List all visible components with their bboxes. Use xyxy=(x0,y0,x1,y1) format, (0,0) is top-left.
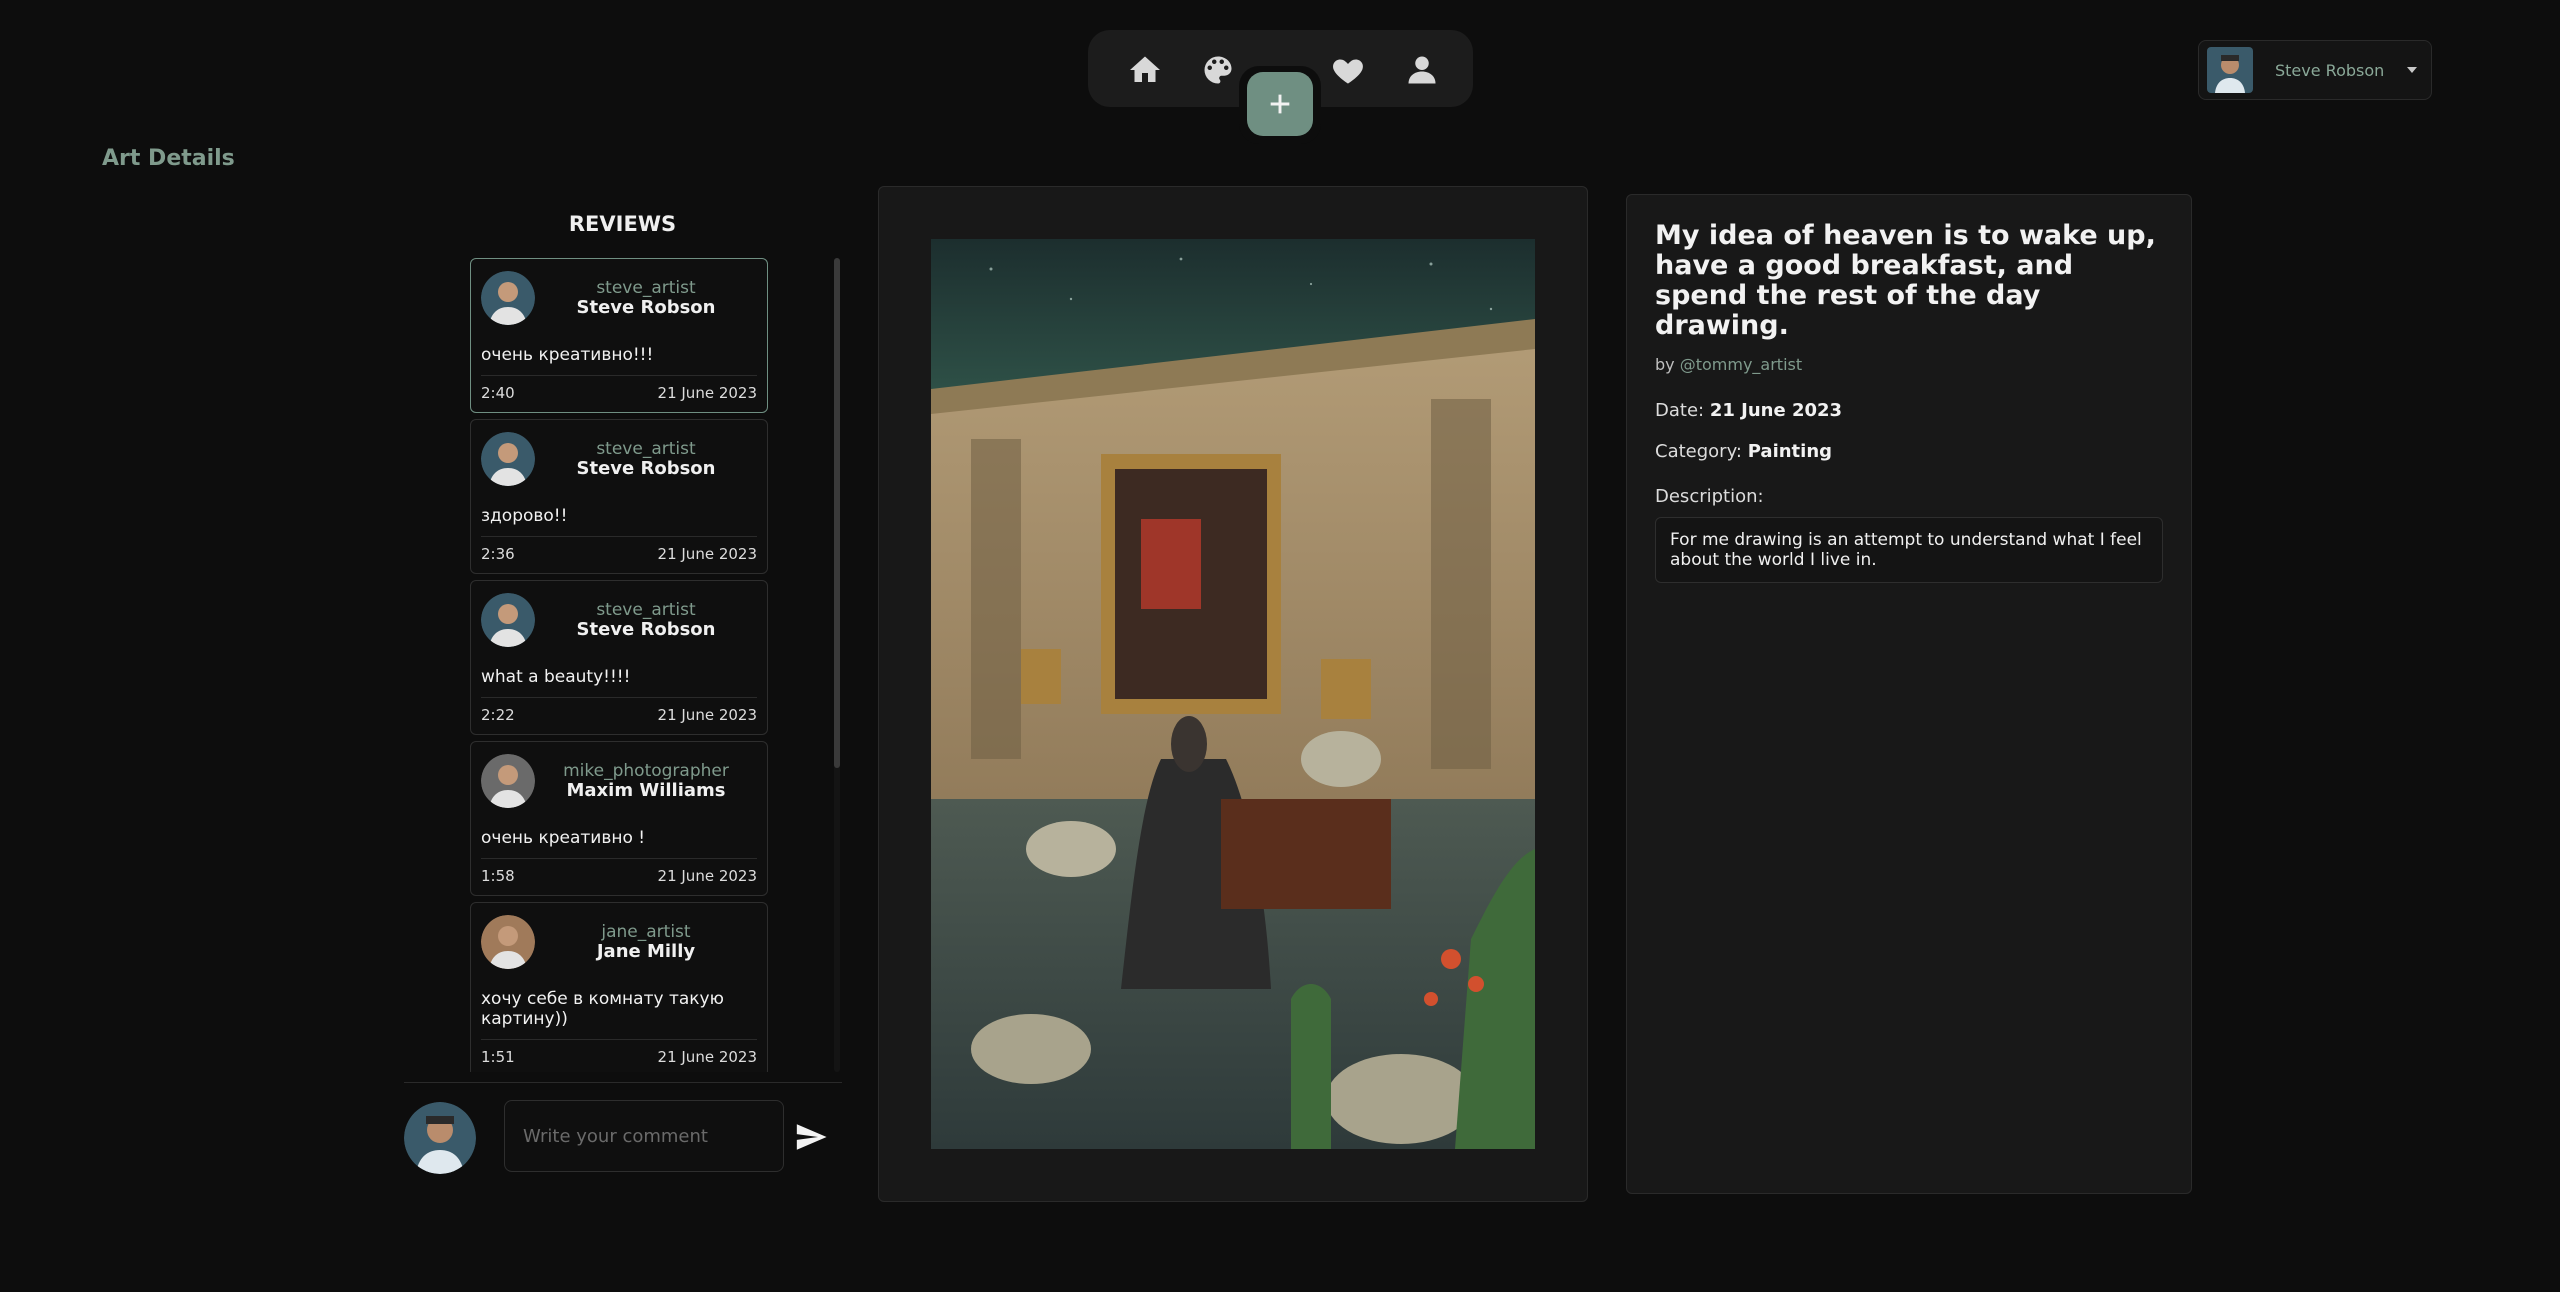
review-username[interactable]: steve_artist xyxy=(535,600,757,620)
art-author: by @tommy_artist xyxy=(1655,355,2163,374)
nav-favorites-button[interactable] xyxy=(1326,48,1370,92)
art-details-panel: My idea of heaven is to wake up, have a … xyxy=(1626,194,2192,1194)
review-username[interactable]: mike_photographer xyxy=(535,761,757,781)
art-category: Category: Painting xyxy=(1655,441,2163,462)
review-fullname: Steve Robson xyxy=(576,458,716,479)
review-card[interactable]: steve_artist Steve Robson what a beauty!!!… xyxy=(470,580,768,735)
review-header: steve_artist Steve Robson xyxy=(481,430,757,488)
avatar[interactable] xyxy=(481,915,535,969)
review-names: steve_artist Steve Robson xyxy=(535,600,757,640)
reviews-title: REVIEWS xyxy=(568,212,677,236)
page-title: Art Details xyxy=(102,146,235,171)
review-date: 21 June 2023 xyxy=(657,1048,757,1066)
review-footer: 2:36 21 June 2023 xyxy=(481,536,757,563)
review-text: what a beauty!!!! xyxy=(481,667,631,687)
add-art-button[interactable] xyxy=(1247,72,1313,136)
avatar[interactable] xyxy=(481,593,535,647)
review-header: steve_artist Steve Robson xyxy=(481,269,757,327)
nav-gallery-button[interactable] xyxy=(1196,48,1240,92)
heart-icon xyxy=(1333,59,1363,84)
review-date: 21 June 2023 xyxy=(657,545,757,563)
category-label: Category: xyxy=(1655,441,1742,462)
art-title: My idea of heaven is to wake up, have a … xyxy=(1655,220,2156,341)
review-fullname: Steve Robson xyxy=(576,619,716,640)
add-button-frame xyxy=(1239,66,1321,144)
user-icon xyxy=(1408,56,1436,84)
review-username[interactable]: steve_artist xyxy=(535,278,757,298)
artwork-panel xyxy=(878,186,1588,1202)
review-card[interactable]: mike_photographer Maxim Williams очень кре… xyxy=(470,741,768,896)
review-fullname: Steve Robson xyxy=(576,297,716,318)
description-label: Description: xyxy=(1655,486,1764,507)
avatar[interactable] xyxy=(481,432,535,486)
chevron-down-icon xyxy=(2407,67,2417,73)
plus-icon xyxy=(1270,94,1290,114)
nav-home-button[interactable] xyxy=(1123,48,1167,92)
date-value: 21 June 2023 xyxy=(1709,400,1843,421)
review-text: очень креативно ! xyxy=(481,828,646,848)
category-value: Painting xyxy=(1747,441,1833,462)
review-date: 21 June 2023 xyxy=(657,867,757,885)
review-card[interactable]: steve_artist Steve Robson здорово!! 2:36 21 … xyxy=(470,419,768,574)
avatar xyxy=(404,1102,476,1174)
reviews-list[interactable]: steve_artist Steve Robson очень креативно!… xyxy=(470,258,770,1072)
palette-icon xyxy=(1204,56,1232,84)
review-username[interactable]: jane_artist xyxy=(535,922,757,942)
send-button[interactable] xyxy=(794,1120,828,1154)
review-date: 21 June 2023 xyxy=(657,384,757,402)
art-date: Date: 21 June 2023 xyxy=(1655,400,2163,421)
home-icon xyxy=(1130,56,1160,82)
by-prefix: by xyxy=(1655,355,1675,374)
review-time: 1:51 xyxy=(481,1048,515,1066)
review-footer: 2:22 21 June 2023 xyxy=(481,697,757,724)
review-time: 2:40 xyxy=(481,384,515,402)
review-card[interactable]: jane_artist Jane Milly хочу себе в комнату… xyxy=(470,902,768,1072)
review-card[interactable]: steve_artist Steve Robson очень креативно!… xyxy=(470,258,768,413)
divider xyxy=(404,1082,842,1083)
review-footer: 1:51 21 June 2023 xyxy=(481,1039,757,1066)
send-icon xyxy=(796,1124,827,1150)
scrollbar-thumb[interactable] xyxy=(834,258,840,768)
nav-profile-button[interactable] xyxy=(1400,48,1444,92)
review-fullname: Maxim Williams xyxy=(566,780,726,801)
review-header: steve_artist Steve Robson xyxy=(481,591,757,649)
review-names: mike_photographer Maxim Williams xyxy=(535,761,757,801)
review-text: хочу себе в комнату такую картину)) xyxy=(481,989,724,1029)
description-text: For me drawing is an attempt to understa… xyxy=(1655,517,2163,583)
review-time: 2:36 xyxy=(481,545,515,563)
review-text: очень креативно!!! xyxy=(481,345,654,365)
review-fullname: Jane Milly xyxy=(596,941,696,962)
review-time: 2:22 xyxy=(481,706,515,724)
review-header: jane_artist Jane Milly xyxy=(481,913,757,971)
avatar xyxy=(2207,47,2253,93)
review-username[interactable]: steve_artist xyxy=(535,439,757,459)
review-names: steve_artist Steve Robson xyxy=(535,439,757,479)
artwork-image[interactable] xyxy=(931,239,1535,1149)
review-names: steve_artist Steve Robson xyxy=(535,278,757,318)
author-link[interactable]: @tommy_artist xyxy=(1680,355,1802,374)
comment-input[interactable] xyxy=(504,1100,784,1172)
review-names: jane_artist Jane Milly xyxy=(535,922,757,962)
review-time: 1:58 xyxy=(481,867,515,885)
date-label: Date: xyxy=(1655,400,1705,421)
user-menu[interactable]: Steve Robson xyxy=(2198,40,2432,100)
review-text: здорово!! xyxy=(481,506,568,526)
avatar[interactable] xyxy=(481,754,535,808)
review-header: mike_photographer Maxim Williams xyxy=(481,752,757,810)
avatar[interactable] xyxy=(481,271,535,325)
review-footer: 2:40 21 June 2023 xyxy=(481,375,757,402)
user-name: Steve Robson xyxy=(2275,60,2385,80)
reviews-scrollbar[interactable] xyxy=(834,258,840,1072)
review-date: 21 June 2023 xyxy=(657,706,757,724)
review-footer: 1:58 21 June 2023 xyxy=(481,858,757,885)
